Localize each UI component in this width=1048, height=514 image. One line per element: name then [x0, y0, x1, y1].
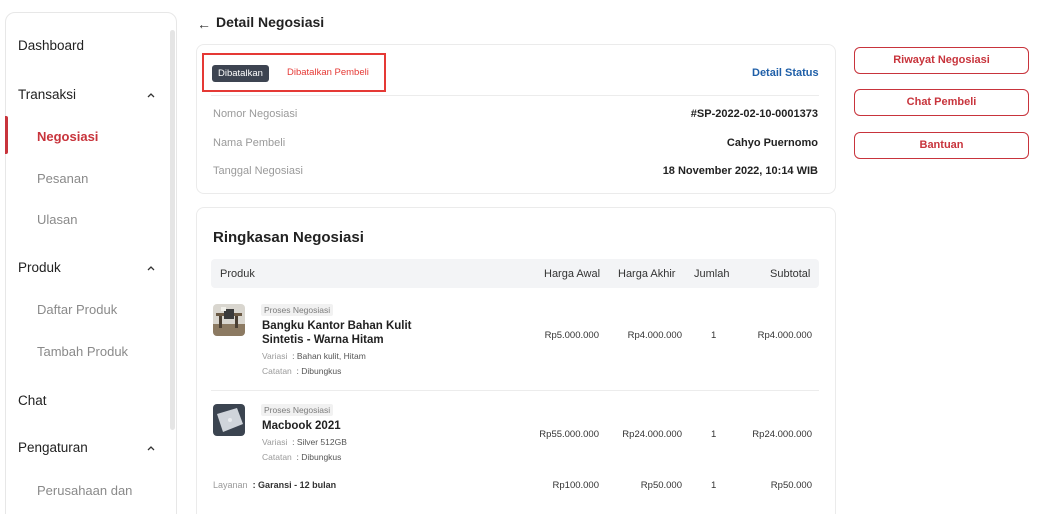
page-title: Detail Negosiasi: [216, 14, 325, 30]
product-variant: Variasi : Silver 512GB: [262, 437, 347, 447]
bantuan-button[interactable]: Bantuan: [854, 132, 1029, 159]
sidebar-item-ulasan[interactable]: Ulasan: [37, 212, 77, 227]
cell-subtotal: Rp4.000.000: [757, 330, 812, 341]
cell-subtotal: Rp50.000: [770, 480, 812, 491]
cell-jumlah: 1: [711, 330, 717, 341]
cell-harga-awal: Rp5.000.000: [544, 330, 599, 341]
nama-pembeli-label: Nama Pembeli: [213, 137, 286, 149]
sidebar-item-chat[interactable]: Chat: [18, 393, 47, 408]
th-harga-awal: Harga Awal: [544, 268, 601, 280]
cell-harga-akhir: Rp4.000.000: [627, 330, 682, 341]
row-divider: [211, 390, 819, 391]
tanggal-negosiasi-label: Tanggal Negosiasi: [213, 165, 303, 177]
sidebar-item-dashboard[interactable]: Dashboard: [18, 38, 84, 53]
sidebar-item-negosiasi[interactable]: Negosiasi: [37, 129, 98, 144]
cell-harga-awal: Rp55.000.000: [539, 429, 599, 440]
chevron-up-icon[interactable]: [146, 443, 156, 453]
sidebar-section-pengaturan[interactable]: Pengaturan: [18, 440, 88, 455]
tanggal-negosiasi-value: 18 November 2022, 10:14 WIB: [662, 165, 818, 177]
nama-pembeli-value: Cahyo Puernomo: [726, 137, 818, 149]
sidebar-section-produk[interactable]: Produk: [18, 260, 61, 275]
nomor-negosiasi-label: Nomor Negosiasi: [213, 108, 298, 120]
cell-subtotal: Rp24.000.000: [752, 429, 812, 440]
th-produk: Produk: [220, 268, 255, 280]
divider: [211, 95, 819, 96]
detail-status-link[interactable]: Detail Status: [752, 67, 819, 79]
negotiation-status-chip: Proses Negosiasi: [261, 404, 334, 416]
cell-jumlah: 1: [711, 429, 717, 440]
product-variant: Variasi : Bahan kulit, Hitam: [262, 351, 366, 361]
cell-harga-akhir: Rp50.000: [640, 480, 682, 491]
active-indicator: [5, 116, 8, 154]
status-badge: Dibatalkan: [212, 65, 269, 82]
riwayat-negosiasi-button[interactable]: Riwayat Negosiasi: [854, 47, 1029, 74]
th-subtotal: Subtotal: [770, 268, 811, 280]
product-image-chair[interactable]: [213, 304, 245, 336]
sidebar-scrollbar[interactable]: [170, 30, 175, 430]
th-harga-akhir: Harga Akhir: [618, 268, 676, 280]
product-note: Catatan : Dibungkus: [262, 366, 342, 376]
sidebar-item-perusahaan[interactable]: Perusahaan dan: [37, 483, 132, 498]
service-row: Layanan : Garansi - 12 bulan: [213, 480, 337, 490]
cell-harga-akhir: Rp24.000.000: [622, 429, 682, 440]
nomor-negosiasi-value: #SP-2022-02-10-0001373: [690, 108, 818, 120]
sidebar-item-tambah-produk[interactable]: Tambah Produk: [37, 344, 128, 359]
status-reason: Dibatalkan Pembeli: [287, 67, 369, 78]
back-arrow-icon[interactable]: ←: [197, 16, 211, 32]
th-jumlah: Jumlah: [694, 268, 730, 280]
product-name[interactable]: Macbook 2021: [262, 419, 432, 433]
chevron-up-icon[interactable]: [146, 90, 156, 100]
summary-title: Ringkasan Negosiasi: [213, 229, 364, 246]
chat-pembeli-button[interactable]: Chat Pembeli: [854, 89, 1029, 116]
product-name[interactable]: Bangku Kantor Bahan Kulit Sintetis - War…: [262, 319, 432, 347]
sidebar-item-daftar-produk[interactable]: Daftar Produk: [37, 302, 117, 317]
sidebar-item-pesanan[interactable]: Pesanan: [37, 171, 88, 186]
cell-jumlah: 1: [711, 480, 717, 491]
product-note: Catatan : Dibungkus: [262, 452, 342, 462]
negotiation-status-chip: Proses Negosiasi: [261, 304, 334, 316]
product-image-macbook[interactable]: [213, 404, 245, 436]
cell-harga-awal: Rp100.000: [552, 480, 599, 491]
sidebar-section-transaksi[interactable]: Transaksi: [18, 87, 76, 102]
chevron-up-icon[interactable]: [146, 263, 156, 273]
